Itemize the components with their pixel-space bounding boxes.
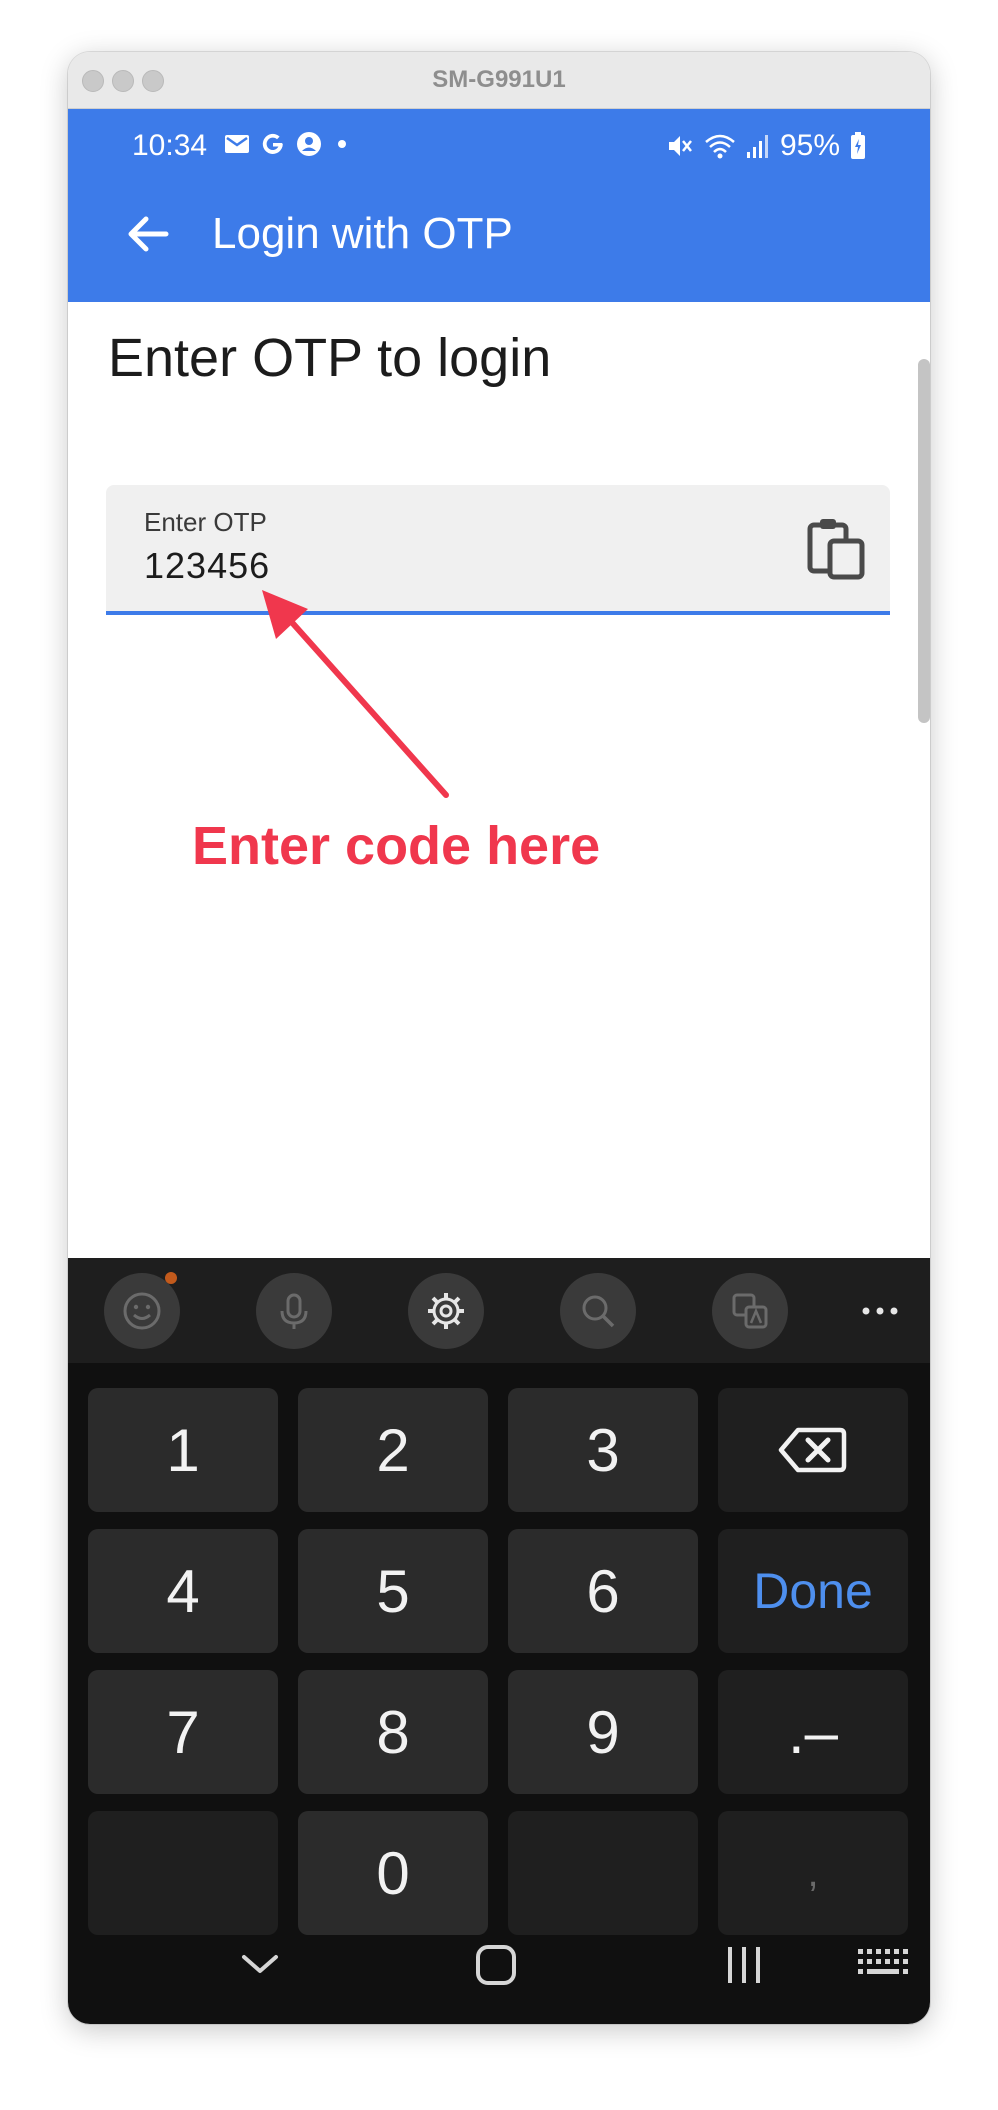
key-6[interactable]: 6 [508, 1529, 698, 1653]
search-icon[interactable] [560, 1273, 636, 1349]
hide-keyboard-icon[interactable] [238, 1949, 282, 1979]
backspace-icon [778, 1427, 847, 1473]
recents-icon[interactable] [722, 1943, 766, 1987]
home-icon[interactable] [474, 1943, 518, 1987]
notification-dot [165, 1272, 177, 1284]
annotation-arrow [262, 590, 449, 798]
key-4[interactable]: 4 [88, 1529, 278, 1653]
more-icon[interactable] [860, 1296, 900, 1326]
key-2[interactable]: 2 [298, 1388, 488, 1512]
window-title: SM-G991U1 [432, 66, 566, 93]
microphone-icon[interactable] [256, 1273, 332, 1349]
done-key[interactable]: Done [718, 1529, 908, 1653]
device-window: SM-G991U1 10:34 95% Login with OTP Enter… [68, 52, 930, 2024]
navigation-bar [68, 1911, 930, 2024]
dot-dash-key[interactable]: .– [718, 1670, 908, 1794]
settings-icon[interactable] [408, 1273, 484, 1349]
key-7[interactable]: 7 [88, 1670, 278, 1794]
key-9[interactable]: 9 [508, 1670, 698, 1794]
key-5[interactable]: 5 [298, 1529, 488, 1653]
key-8[interactable]: 8 [298, 1670, 488, 1794]
numeric-keyboard: 1 2 3 4 5 6 Done 7 8 9 .– 0 , [68, 1258, 930, 2024]
translate-icon[interactable] [712, 1273, 788, 1349]
phone-screen: 10:34 95% Login with OTP Enter OTP to lo… [68, 109, 930, 2024]
annotation-text: Enter code here [192, 816, 601, 876]
backspace-key[interactable] [718, 1388, 908, 1512]
scrollbar[interactable] [918, 359, 930, 723]
window-titlebar: SM-G991U1 [68, 52, 930, 109]
key-1[interactable]: 1 [88, 1388, 278, 1512]
key-3[interactable]: 3 [508, 1388, 698, 1512]
keyboard-switch-icon[interactable] [856, 1947, 908, 1983]
keyboard-toolbar [68, 1258, 930, 1363]
